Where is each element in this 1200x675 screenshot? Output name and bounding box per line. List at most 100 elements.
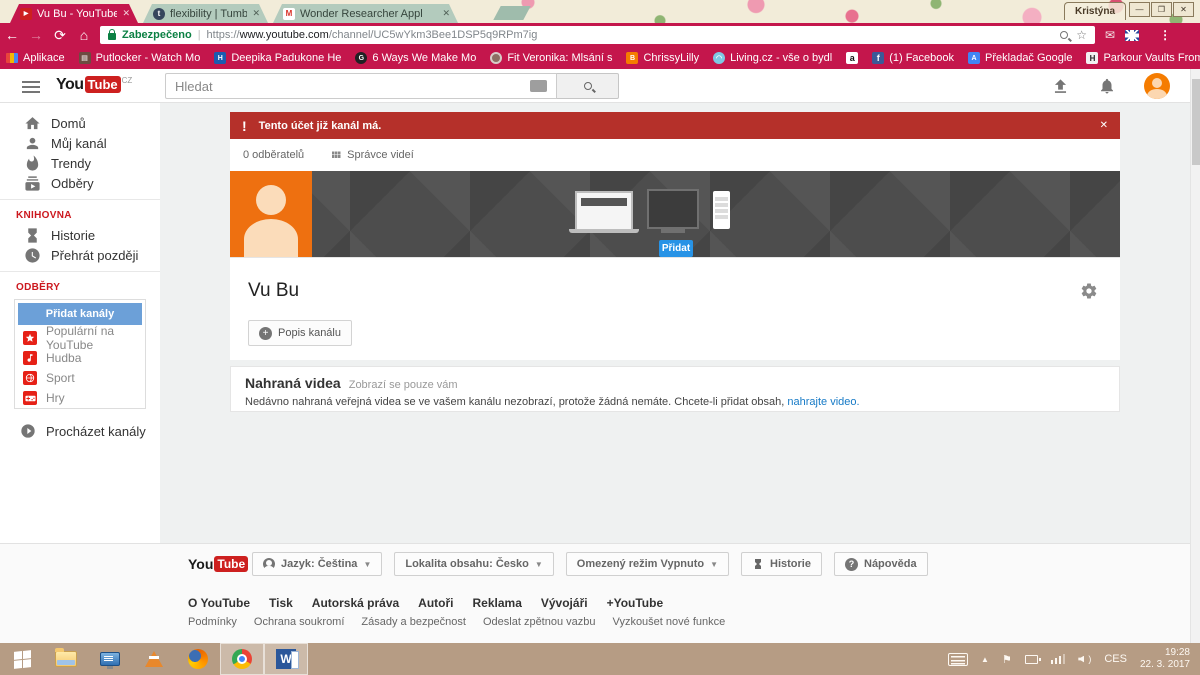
bookmark-fitveronika[interactable]: Fit Veronika: Mlsání s bbox=[490, 52, 612, 64]
word-button[interactable]: W bbox=[264, 643, 308, 675]
help-button[interactable]: ? Nápověda bbox=[834, 552, 928, 576]
file-explorer-button[interactable] bbox=[44, 643, 88, 675]
sidebar-item-subscriptions[interactable]: Odběry bbox=[0, 173, 160, 193]
footer-link[interactable]: Vývojáři bbox=[541, 596, 588, 610]
upload-icon[interactable] bbox=[1051, 77, 1070, 96]
footer-youtube-logo[interactable]: You Tube bbox=[188, 556, 248, 572]
history-button[interactable]: Historie bbox=[741, 552, 822, 576]
touch-keyboard-icon[interactable] bbox=[948, 653, 968, 666]
url-text[interactable]: https://www.youtube.com/channel/UC5wYkm3… bbox=[207, 29, 1055, 41]
caret-down-icon: ▼ bbox=[535, 560, 543, 569]
bookmark-translate[interactable]: Překladač Google bbox=[968, 52, 1072, 64]
network-signal-icon[interactable] bbox=[1051, 654, 1066, 664]
address-bar[interactable]: Zabezpečeno | https://www.youtube.com/ch… bbox=[100, 26, 1095, 44]
bookmark-deepika[interactable]: Deepika Padukone He bbox=[214, 52, 341, 64]
footer-link[interactable]: Zásady a bezpečnost bbox=[361, 616, 466, 628]
vlc-button[interactable] bbox=[132, 643, 176, 675]
footer-link[interactable]: Autorská práva bbox=[312, 596, 399, 610]
footer-link[interactable]: Reklama bbox=[473, 596, 522, 610]
channel-description-button[interactable]: + Popis kanálu bbox=[248, 320, 352, 346]
forward-icon[interactable]: → bbox=[24, 27, 48, 43]
windows-taskbar: W ▲ ⚑ ) CES 19:28 22. 3. 2017 bbox=[0, 643, 1200, 675]
footer-link[interactable]: Podmínky bbox=[188, 616, 237, 628]
guide-menu-icon[interactable] bbox=[22, 81, 40, 93]
start-button[interactable] bbox=[0, 643, 44, 675]
channel-item-sport[interactable]: Sport bbox=[15, 368, 145, 388]
sidebar-item-history[interactable]: Historie bbox=[0, 225, 160, 245]
secure-lock-icon[interactable] bbox=[108, 33, 116, 40]
footer-link[interactable]: Autoři bbox=[418, 596, 453, 610]
browse-channels[interactable]: Procházet kanály bbox=[0, 417, 160, 445]
language-indicator[interactable]: CES bbox=[1104, 653, 1127, 665]
bookmark-chrissylilly[interactable]: ChrissyLilly bbox=[626, 52, 699, 64]
restricted-mode-button[interactable]: Omezený režim Vypnuto ▼ bbox=[566, 552, 729, 576]
tab-gmail[interactable]: Wonder Researcher Appl ✕ bbox=[273, 4, 458, 23]
bookmark-amazon[interactable] bbox=[846, 52, 858, 64]
alert-close-icon[interactable]: ✕ bbox=[1100, 120, 1108, 131]
bookmark-living[interactable]: Living.cz - vše o bydl bbox=[713, 52, 832, 64]
sidebar-item-trending[interactable]: Trendy bbox=[0, 153, 160, 173]
chrome-button[interactable] bbox=[220, 643, 264, 675]
restore-button[interactable]: ❐ bbox=[1151, 2, 1172, 17]
keyboard-icon[interactable] bbox=[530, 80, 547, 92]
bookmark-6ways[interactable]: 6 Ways We Make Mo bbox=[355, 52, 476, 64]
channel-item-games[interactable]: Hry bbox=[15, 388, 145, 408]
tab-tumblr[interactable]: flexibility | Tumblr ✕ bbox=[143, 4, 268, 23]
minimize-button[interactable]: — bbox=[1129, 2, 1150, 17]
settings-button[interactable] bbox=[88, 643, 132, 675]
footer-link[interactable]: +YouTube bbox=[607, 596, 664, 610]
search-input[interactable] bbox=[165, 73, 557, 99]
scrollbar-thumb[interactable] bbox=[1192, 79, 1200, 165]
volume-icon[interactable] bbox=[1078, 656, 1084, 663]
language-picker-button[interactable]: Jazyk: Čeština ▼ bbox=[252, 552, 382, 576]
mail-extension-icon[interactable]: ✉ bbox=[1105, 28, 1115, 42]
translate-extension-icon[interactable] bbox=[1125, 30, 1139, 41]
taskbar-clock[interactable]: 19:28 22. 3. 2017 bbox=[1140, 647, 1190, 672]
channel-settings[interactable] bbox=[1080, 282, 1098, 305]
back-icon[interactable]: ← bbox=[0, 27, 24, 43]
home-icon[interactable]: ⌂ bbox=[72, 27, 96, 43]
zoom-icon[interactable] bbox=[1060, 31, 1068, 39]
account-avatar[interactable] bbox=[1144, 73, 1170, 99]
footer-link[interactable]: Vyzkoušet nové funkce bbox=[613, 616, 726, 628]
footer-link[interactable]: Tisk bbox=[269, 596, 293, 610]
action-center-flag-icon[interactable]: ⚑ bbox=[1002, 653, 1012, 666]
security-label[interactable]: Zabezpečeno bbox=[122, 29, 192, 41]
firefox-button[interactable] bbox=[176, 643, 220, 675]
upload-video-link[interactable]: nahrajte video. bbox=[787, 396, 859, 408]
tab-close-icon[interactable]: ✕ bbox=[442, 8, 450, 19]
footer-link[interactable]: O YouTube bbox=[188, 596, 250, 610]
bookmark-parkour[interactable]: Parkour Vaults From T bbox=[1086, 52, 1200, 64]
bookmark-putlocker[interactable]: Putlocker - Watch Mo bbox=[79, 52, 201, 64]
new-tab-button[interactable] bbox=[493, 6, 530, 20]
channel-avatar[interactable] bbox=[230, 171, 312, 257]
channel-item-popular[interactable]: Populární na YouTube bbox=[15, 328, 145, 348]
tab-youtube[interactable]: Vu Bu - YouTube ✕ bbox=[10, 4, 138, 23]
reload-icon[interactable]: ⟳ bbox=[48, 27, 72, 44]
browser-menu-icon[interactable]: ⋮ bbox=[1159, 28, 1171, 42]
search-button[interactable] bbox=[557, 73, 619, 99]
tab-close-icon[interactable]: ✕ bbox=[252, 8, 260, 19]
browser-profile-chip[interactable]: Kristýna bbox=[1064, 2, 1126, 20]
add-channels-button[interactable]: Přidat kanály bbox=[18, 303, 142, 325]
tab-close-icon[interactable]: ✕ bbox=[122, 8, 130, 19]
volume-waves-icon: ) bbox=[1088, 654, 1091, 664]
video-manager-link[interactable]: Správce videí bbox=[330, 149, 414, 161]
bookmark-star-icon[interactable]: ☆ bbox=[1076, 28, 1087, 42]
sidebar-item-my-channel[interactable]: Můj kanál bbox=[0, 133, 160, 153]
bookmark-apps[interactable]: Aplikace bbox=[6, 52, 65, 64]
bookmark-facebook[interactable]: (1) Facebook bbox=[872, 52, 954, 64]
footer-link[interactable]: Ochrana soukromí bbox=[254, 616, 344, 628]
tray-expand-icon[interactable]: ▲ bbox=[981, 655, 989, 664]
battery-icon[interactable] bbox=[1025, 655, 1038, 664]
add-channel-art-button[interactable]: Přidat bbox=[659, 240, 693, 257]
close-button[interactable]: ✕ bbox=[1173, 2, 1194, 17]
channel-art-banner[interactable]: Přidat bbox=[230, 171, 1120, 257]
sidebar-item-home[interactable]: Domů bbox=[0, 113, 160, 133]
sidebar-item-watch-later[interactable]: Přehrát později bbox=[0, 245, 160, 265]
footer-link[interactable]: Odeslat zpětnou vazbu bbox=[483, 616, 596, 628]
page-scrollbar[interactable] bbox=[1190, 69, 1200, 643]
content-location-button[interactable]: Lokalita obsahu: Česko ▼ bbox=[394, 552, 553, 576]
youtube-logo[interactable]: You Tube CZ bbox=[56, 76, 132, 94]
notifications-bell-icon[interactable] bbox=[1098, 77, 1116, 95]
